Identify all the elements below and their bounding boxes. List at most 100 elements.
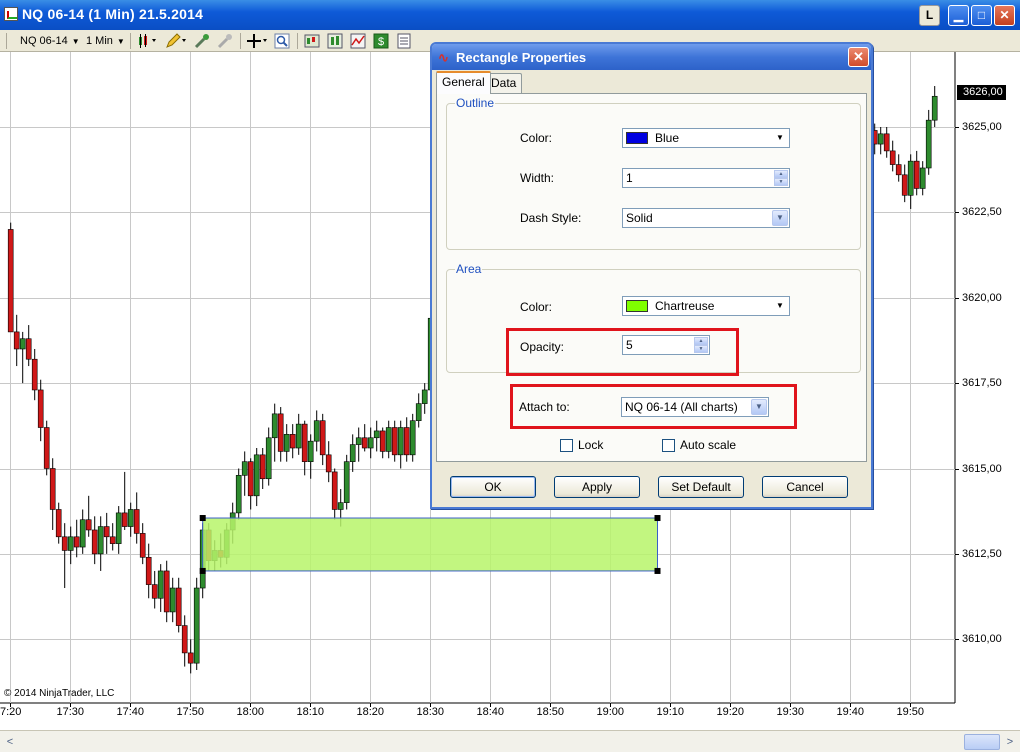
scroll-right-button[interactable]: > bbox=[1002, 734, 1018, 750]
candle-body bbox=[241, 461, 248, 476]
instrument-label: NQ 06-14 bbox=[20, 35, 68, 47]
y-tick-label: 3625,00 bbox=[962, 120, 1002, 133]
link-button[interactable]: L bbox=[919, 5, 940, 26]
spin-buttons[interactable]: ▲ ▼ bbox=[774, 170, 788, 186]
candle-body bbox=[187, 652, 194, 664]
bar-type-icon[interactable] bbox=[137, 33, 159, 49]
scroll-left-button[interactable]: < bbox=[2, 734, 18, 750]
candle-body bbox=[421, 389, 428, 404]
x-tick-label: 18:50 bbox=[536, 706, 565, 718]
instrument-selector[interactable]: NQ 06-14 ▼ bbox=[20, 33, 80, 49]
dialog-close-button[interactable]: ✕ bbox=[848, 47, 869, 67]
candle-body bbox=[31, 358, 38, 391]
candle-body bbox=[163, 570, 170, 613]
data-box-icon[interactable] bbox=[327, 33, 343, 49]
chart-trader-icon[interactable] bbox=[304, 33, 320, 49]
rectangle-anchor-handle bbox=[199, 515, 206, 522]
candle-body bbox=[109, 536, 116, 544]
candle-body bbox=[265, 437, 272, 480]
candle-body bbox=[343, 461, 350, 503]
candle-body bbox=[313, 420, 320, 442]
candle-body bbox=[919, 167, 926, 189]
candle-body bbox=[907, 160, 914, 196]
candle-body bbox=[43, 427, 50, 469]
chevron-down-icon: ▼ bbox=[776, 301, 784, 310]
outline-group: Outline Color: Blue ▼ Width: 1 ▲ ▼ Dash S… bbox=[446, 96, 861, 250]
tab-general[interactable]: General bbox=[436, 71, 491, 94]
candle-body bbox=[235, 475, 242, 514]
candle-body bbox=[385, 427, 392, 452]
opacity-highlight-box bbox=[506, 328, 739, 376]
minimize-button[interactable]: ▁ bbox=[948, 5, 969, 26]
zoom-in-icon[interactable] bbox=[194, 33, 210, 49]
candle-body bbox=[895, 164, 902, 176]
toolbar-separator bbox=[130, 33, 131, 49]
area-color-dropdown[interactable]: Chartreuse ▼ bbox=[622, 296, 790, 316]
apply-button[interactable]: Apply bbox=[554, 476, 640, 498]
magnify-icon[interactable] bbox=[274, 33, 290, 49]
chevron-down-icon: ▼ bbox=[116, 37, 125, 46]
close-window-button[interactable]: ✕ bbox=[994, 5, 1015, 26]
width-value: 1 bbox=[626, 171, 633, 185]
candle-body bbox=[157, 570, 164, 599]
properties-icon[interactable] bbox=[396, 33, 412, 49]
candle-body bbox=[397, 427, 404, 456]
zoom-out-icon[interactable] bbox=[217, 33, 233, 49]
width-spinner[interactable]: 1 ▲ ▼ bbox=[622, 168, 790, 188]
strategies-icon[interactable]: $ bbox=[373, 33, 389, 49]
dash-style-dropdown[interactable]: Solid ▼ bbox=[622, 208, 790, 228]
lock-label: Lock bbox=[578, 438, 604, 452]
candle-body bbox=[283, 434, 290, 452]
candle-body bbox=[307, 440, 314, 462]
candle-body bbox=[391, 427, 398, 456]
window-title: NQ 06-14 (1 Min) 21.5.2014 bbox=[22, 6, 204, 22]
rectangle-anchor-handle bbox=[654, 515, 661, 522]
interval-selector[interactable]: 1 Min ▼ bbox=[86, 33, 125, 49]
dialog-title: Rectangle Properties bbox=[456, 50, 587, 65]
crosshair-icon[interactable] bbox=[246, 33, 268, 49]
toolbar-grip bbox=[6, 33, 7, 49]
candle-body bbox=[151, 584, 158, 599]
candle-body bbox=[925, 119, 932, 169]
candle-body bbox=[121, 512, 128, 527]
scrollbar-thumb[interactable] bbox=[964, 734, 1000, 750]
candle-body bbox=[67, 536, 74, 551]
candle-body bbox=[379, 430, 386, 452]
ninjatrader-logo-icon: ∿ bbox=[438, 50, 449, 65]
candle-body bbox=[367, 437, 374, 449]
candle-body bbox=[55, 509, 62, 538]
auto-scale-checkbox[interactable] bbox=[662, 439, 675, 452]
lock-checkbox[interactable] bbox=[560, 439, 573, 452]
ok-button[interactable]: OK bbox=[450, 476, 536, 498]
candle-body bbox=[277, 413, 284, 452]
candle-body bbox=[7, 229, 14, 333]
rectangle-anchor-handle bbox=[654, 567, 661, 574]
y-tick-label: 3617,50 bbox=[962, 376, 1002, 389]
maximize-button[interactable]: □ bbox=[971, 5, 992, 26]
x-tick-label: 18:20 bbox=[356, 706, 385, 718]
width-label: Width: bbox=[520, 171, 555, 185]
candle-body bbox=[913, 160, 920, 189]
candle-body bbox=[883, 133, 890, 152]
candle-body bbox=[355, 437, 362, 445]
cancel-button[interactable]: Cancel bbox=[762, 476, 848, 498]
x-tick-label: 17:50 bbox=[176, 706, 205, 718]
candle-body bbox=[169, 587, 176, 613]
auto-scale-label: Auto scale bbox=[680, 438, 737, 452]
set-default-button[interactable]: Set Default bbox=[658, 476, 744, 498]
candle-body bbox=[337, 502, 344, 510]
outline-color-dropdown[interactable]: Blue ▼ bbox=[622, 128, 790, 148]
candle-body bbox=[37, 389, 44, 428]
x-tick-label: 18:30 bbox=[416, 706, 445, 718]
x-tick-label: 18:10 bbox=[296, 706, 325, 718]
chevron-down-icon: ▼ bbox=[772, 210, 788, 226]
indicators-icon[interactable] bbox=[350, 33, 366, 49]
horizontal-scrollbar[interactable]: < > bbox=[0, 730, 1020, 752]
spin-down-icon[interactable]: ▼ bbox=[774, 178, 788, 186]
candle-body bbox=[139, 533, 146, 558]
candle-body bbox=[301, 423, 308, 462]
candle-body bbox=[409, 420, 416, 456]
spin-up-icon[interactable]: ▲ bbox=[774, 170, 788, 178]
draw-pencil-icon[interactable] bbox=[165, 33, 187, 49]
candle-body bbox=[85, 519, 92, 531]
